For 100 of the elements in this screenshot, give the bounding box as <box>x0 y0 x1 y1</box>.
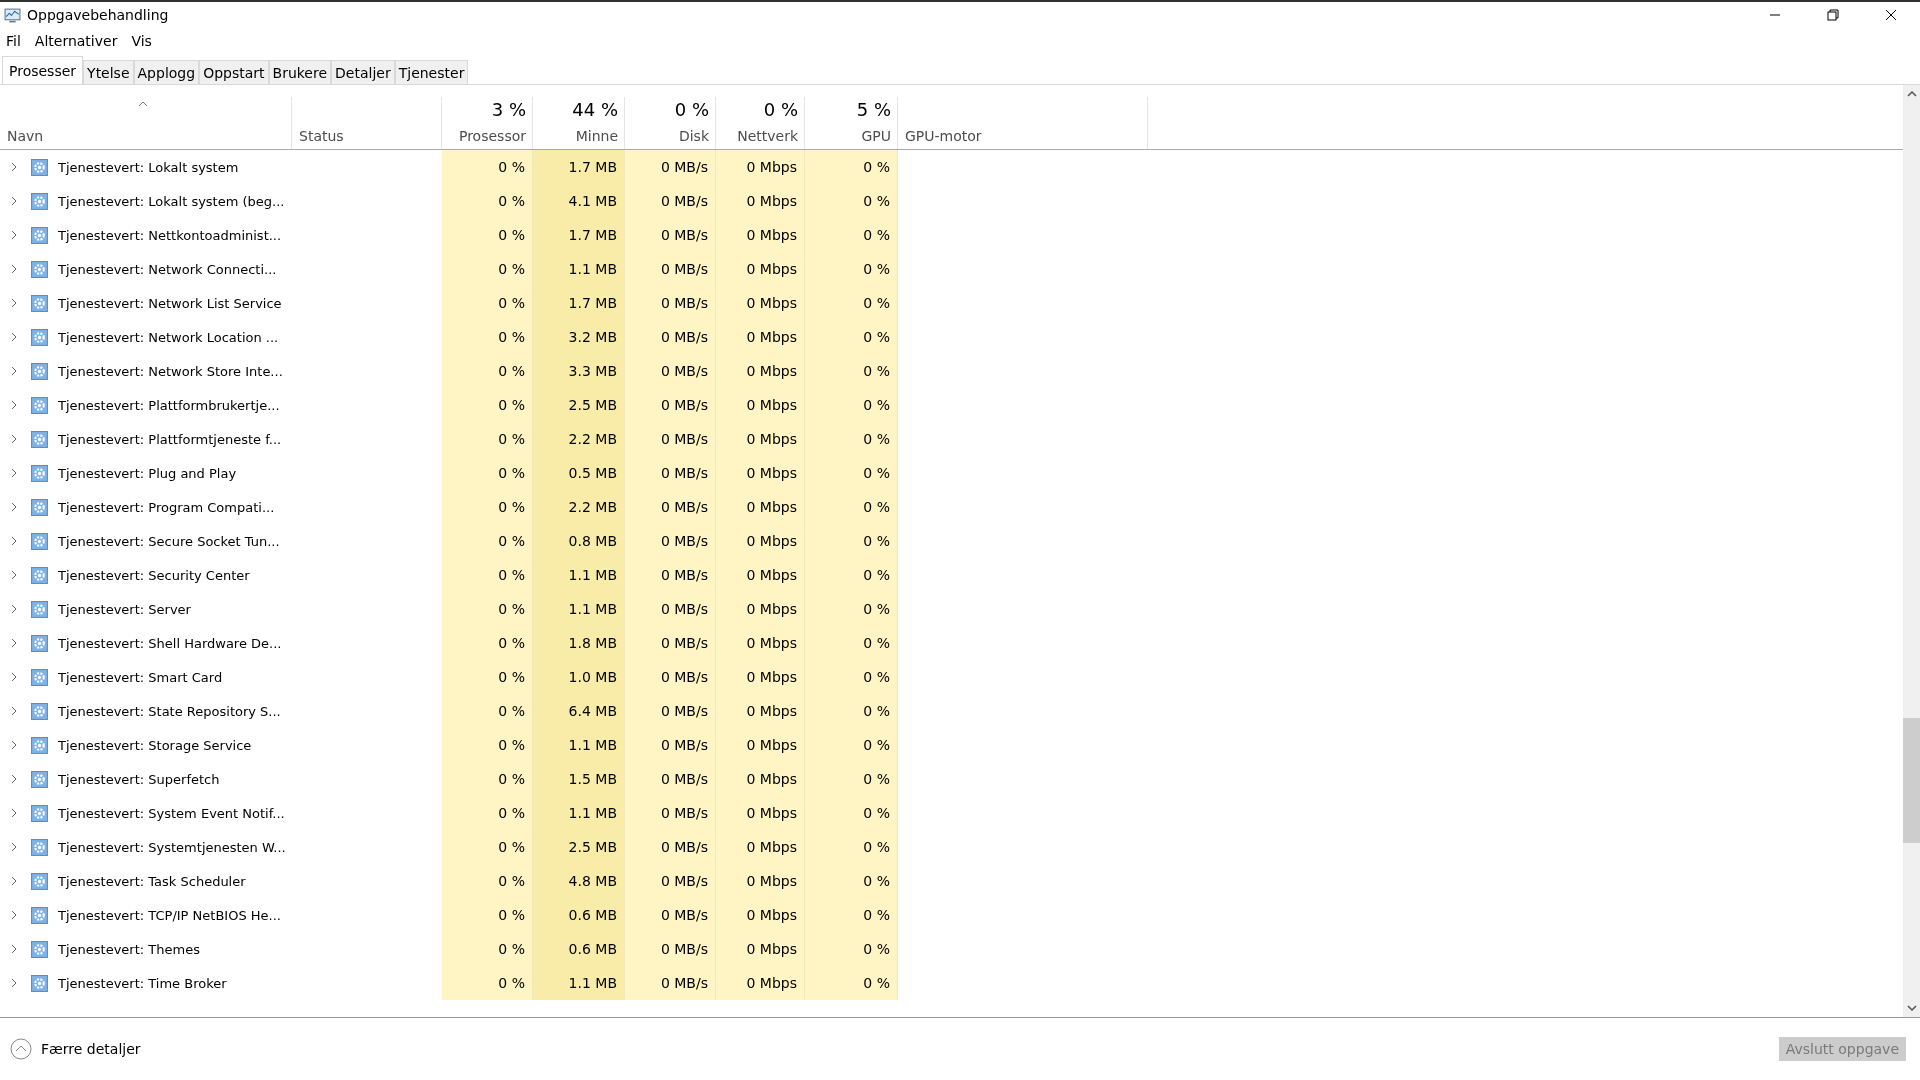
metric-cell: 0 % <box>442 626 533 660</box>
metric-cell: 0 % <box>805 558 898 592</box>
expand-chevron-icon[interactable] <box>11 638 17 648</box>
expand-chevron-icon[interactable] <box>11 434 17 444</box>
metric-cell: 0 % <box>805 524 898 558</box>
gear-icon <box>31 804 48 822</box>
tab[interactable]: Oppstart <box>199 60 269 84</box>
metric-cell: 0 MB/s <box>625 762 716 796</box>
metric-cell: 2.5 MB <box>533 830 625 864</box>
gear-icon <box>31 192 48 210</box>
gear-icon <box>31 532 48 550</box>
expand-chevron-icon[interactable] <box>11 740 17 750</box>
expand-chevron-icon[interactable] <box>11 672 17 682</box>
expand-chevron-icon[interactable] <box>11 978 17 988</box>
scrollbar[interactable] <box>1903 85 1920 1017</box>
metric-cell: 0 Mbps <box>716 830 805 864</box>
expand-chevron-icon[interactable] <box>11 706 17 716</box>
expand-chevron-icon[interactable] <box>11 536 17 546</box>
menu-item[interactable]: Fil <box>6 33 21 49</box>
metric-cell: 0 % <box>805 626 898 660</box>
gear-icon <box>31 226 48 244</box>
metric-cell: 0 Mbps <box>716 728 805 762</box>
expand-chevron-icon[interactable] <box>11 876 17 886</box>
scroll-thumb[interactable] <box>1903 718 1920 843</box>
metric-cell: 0 % <box>805 762 898 796</box>
column-header[interactable]: 0 % Disk <box>625 97 716 149</box>
metric-cell: 0 % <box>442 694 533 728</box>
expand-chevron-icon[interactable] <box>11 910 17 920</box>
metric-cell: 1.1 MB <box>533 592 625 626</box>
column-header[interactable]: 44 % Minne <box>533 97 625 149</box>
metric-cell: 0 % <box>805 388 898 422</box>
gear-icon <box>31 430 48 448</box>
fewer-details-link[interactable]: Færre detaljer <box>41 1041 141 1057</box>
metric-cell: 0 MB/s <box>625 252 716 286</box>
expand-chevron-icon[interactable] <box>11 468 17 478</box>
expand-chevron-icon[interactable] <box>11 502 17 512</box>
metric-cell: 0 MB/s <box>625 388 716 422</box>
process-name: Tjenestevert: Network Store Inte... <box>58 363 283 379</box>
metric-cell: 3.3 MB <box>533 354 625 388</box>
metric-cell: 0 MB/s <box>625 150 716 184</box>
gear-icon <box>31 702 48 720</box>
expand-chevron-icon[interactable] <box>11 298 17 308</box>
expand-chevron-icon[interactable] <box>11 264 17 274</box>
expand-chevron-icon[interactable] <box>11 774 17 784</box>
column-header[interactable]: GPU-motor <box>898 97 1148 149</box>
tab[interactable]: Applogg <box>133 60 200 84</box>
metric-cell: 0 Mbps <box>716 592 805 626</box>
metric-cell: 0 MB/s <box>625 660 716 694</box>
metric-cell: 1.0 MB <box>533 660 625 694</box>
process-name: Tjenestevert: Systemtjenesten W... <box>58 839 286 855</box>
process-name: Tjenestevert: Themes <box>58 941 200 957</box>
process-name: Tjenestevert: Security Center <box>58 567 250 583</box>
expand-chevron-icon[interactable] <box>11 366 17 376</box>
metric-cell: 1.1 MB <box>533 796 625 830</box>
column-header[interactable]: 5 % GPU <box>805 97 898 149</box>
menu-item[interactable]: Alternativer <box>34 33 118 49</box>
metric-cell: 0 % <box>805 252 898 286</box>
metric-cell: 0 Mbps <box>716 660 805 694</box>
metric-cell: 0 Mbps <box>716 966 805 1000</box>
metric-cell: 0 % <box>442 184 533 218</box>
column-header[interactable]: 0 % Nettverk <box>716 97 805 149</box>
menu-item[interactable]: Vis <box>131 33 152 49</box>
process-name: Tjenestevert: Superfetch <box>58 771 220 787</box>
metric-cell: 0 % <box>442 456 533 490</box>
expand-chevron-icon[interactable] <box>11 570 17 580</box>
expand-chevron-icon[interactable] <box>11 162 17 172</box>
metric-cell: 4.1 MB <box>533 184 625 218</box>
gear-icon <box>31 566 48 584</box>
expand-chevron-icon[interactable] <box>11 230 17 240</box>
metric-cell: 0 % <box>805 456 898 490</box>
column-header[interactable]: Status <box>292 97 442 149</box>
metric-cell: 0 MB/s <box>625 932 716 966</box>
column-header[interactable]: Navn <box>0 97 292 149</box>
metric-cell: 0 % <box>805 150 898 184</box>
tab[interactable]: Detaljer <box>331 60 395 84</box>
metric-cell: 0 Mbps <box>716 184 805 218</box>
expand-chevron-icon[interactable] <box>11 842 17 852</box>
expand-chevron-icon[interactable] <box>11 808 17 818</box>
metric-cell: 0 Mbps <box>716 626 805 660</box>
expand-chevron-icon[interactable] <box>11 332 17 342</box>
close-icon[interactable] <box>1885 9 1897 21</box>
metric-cell: 0 % <box>805 592 898 626</box>
collapse-circle-icon[interactable] <box>10 1038 32 1060</box>
metric-cell: 2.5 MB <box>533 388 625 422</box>
tab[interactable]: Tjenester <box>394 60 469 84</box>
metric-cell: 0 % <box>442 660 533 694</box>
column-header[interactable]: 3 % Prosessor <box>442 97 533 149</box>
tab[interactable]: Prosesser <box>2 56 84 84</box>
expand-chevron-icon[interactable] <box>11 400 17 410</box>
metric-cell: 1.1 MB <box>533 252 625 286</box>
tab[interactable]: Brukere <box>268 60 332 84</box>
expand-chevron-icon[interactable] <box>11 944 17 954</box>
restore-icon[interactable] <box>1827 9 1839 21</box>
tab[interactable]: Ytelse <box>83 60 134 84</box>
scroll-down-icon[interactable] <box>1906 1005 1917 1011</box>
expand-chevron-icon[interactable] <box>11 604 17 614</box>
expand-chevron-icon[interactable] <box>11 196 17 206</box>
gear-icon <box>31 260 48 278</box>
metric-cell: 0 MB/s <box>625 218 716 252</box>
scroll-up-icon[interactable] <box>1906 91 1917 97</box>
